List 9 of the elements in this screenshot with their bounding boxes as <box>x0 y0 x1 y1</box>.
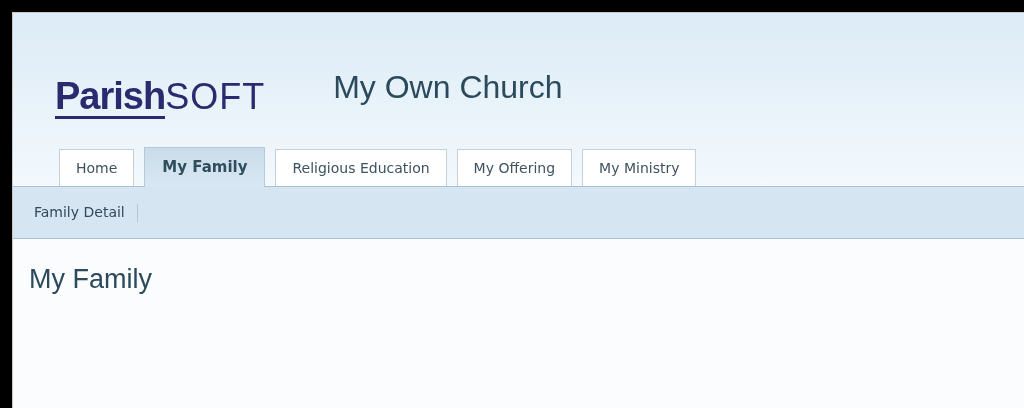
nav-tab[interactable]: Religious Education <box>275 149 447 186</box>
nav-tab[interactable]: Home <box>59 149 135 186</box>
subnav-link[interactable]: Family Detail <box>34 202 125 223</box>
logo: ParishSOFT <box>55 77 266 119</box>
nav-tab[interactable]: My Family <box>144 147 266 187</box>
nav-tab[interactable]: My Ministry <box>582 149 697 186</box>
page-heading: My Family <box>29 263 153 296</box>
site-title: My Own Church <box>333 68 563 107</box>
nav-tab[interactable]: My Offering <box>456 149 573 186</box>
